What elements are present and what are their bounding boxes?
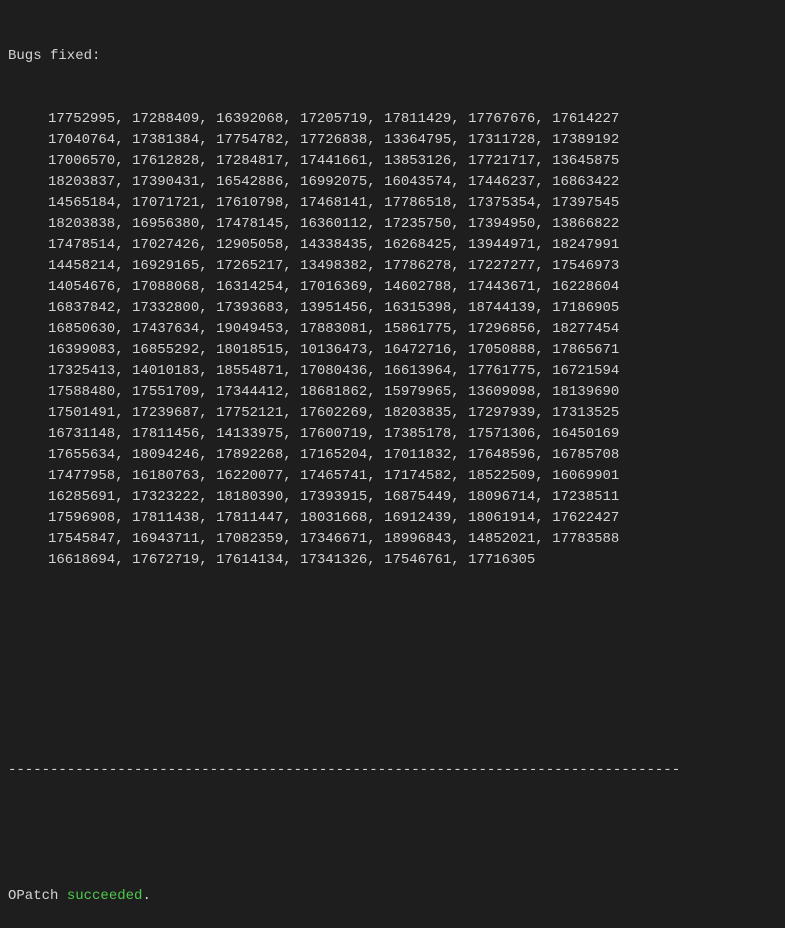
blank-line — [8, 676, 777, 697]
bugs-row: 18203837, 17390431, 16542886, 16992075, … — [8, 172, 777, 193]
bugs-row: 16399083, 16855292, 18018515, 10136473, … — [8, 340, 777, 361]
bugs-row: 14458214, 16929165, 17265217, 13498382, … — [8, 256, 777, 277]
status-text: succeeded — [67, 888, 143, 904]
bugs-row: 14565184, 17071721, 17610798, 17468141, … — [8, 193, 777, 214]
program-name: OPatch — [8, 888, 67, 904]
bugs-row: 17006570, 17612828, 17284817, 17441661, … — [8, 151, 777, 172]
bugs-header: Bugs fixed: — [8, 46, 777, 67]
bugs-row: 17325413, 14010183, 18554871, 17080436, … — [8, 361, 777, 382]
status-line: OPatch succeeded. — [8, 886, 777, 907]
bugs-row: 17596908, 17811438, 17811447, 18031668, … — [8, 508, 777, 529]
terminal-output: Bugs fixed: 17752995, 17288409, 16392068… — [8, 4, 777, 928]
bugs-row: 16731148, 17811456, 14133975, 17600719, … — [8, 424, 777, 445]
bugs-row: 18203838, 16956380, 17478145, 16360112, … — [8, 214, 777, 235]
status-end: . — [142, 888, 150, 904]
blank-line — [8, 823, 777, 844]
bugs-row: 17501491, 17239687, 17752121, 17602269, … — [8, 403, 777, 424]
bugs-row: 17477958, 16180763, 16220077, 17465741, … — [8, 466, 777, 487]
bugs-row: 17478514, 17027426, 12905058, 14338435, … — [8, 235, 777, 256]
bugs-row: 16850630, 17437634, 19049453, 17883081, … — [8, 319, 777, 340]
bugs-list: 17752995, 17288409, 16392068, 17205719, … — [8, 109, 777, 571]
bugs-row: 17588480, 17551709, 17344412, 18681862, … — [8, 382, 777, 403]
bugs-row: 16837842, 17332800, 17393683, 13951456, … — [8, 298, 777, 319]
separator-line: ----------------------------------------… — [8, 760, 777, 781]
bugs-row: 14054676, 17088068, 16314254, 17016369, … — [8, 277, 777, 298]
bugs-row: 17040764, 17381384, 17754782, 17726838, … — [8, 130, 777, 151]
bugs-row: 16285691, 17323222, 18180390, 17393915, … — [8, 487, 777, 508]
bugs-row: 17752995, 17288409, 16392068, 17205719, … — [8, 109, 777, 130]
bugs-row: 17655634, 18094246, 17892268, 17165204, … — [8, 445, 777, 466]
bugs-row: 16618694, 17672719, 17614134, 17341326, … — [8, 550, 777, 571]
blank-line — [8, 613, 777, 634]
bugs-row: 17545847, 16943711, 17082359, 17346671, … — [8, 529, 777, 550]
